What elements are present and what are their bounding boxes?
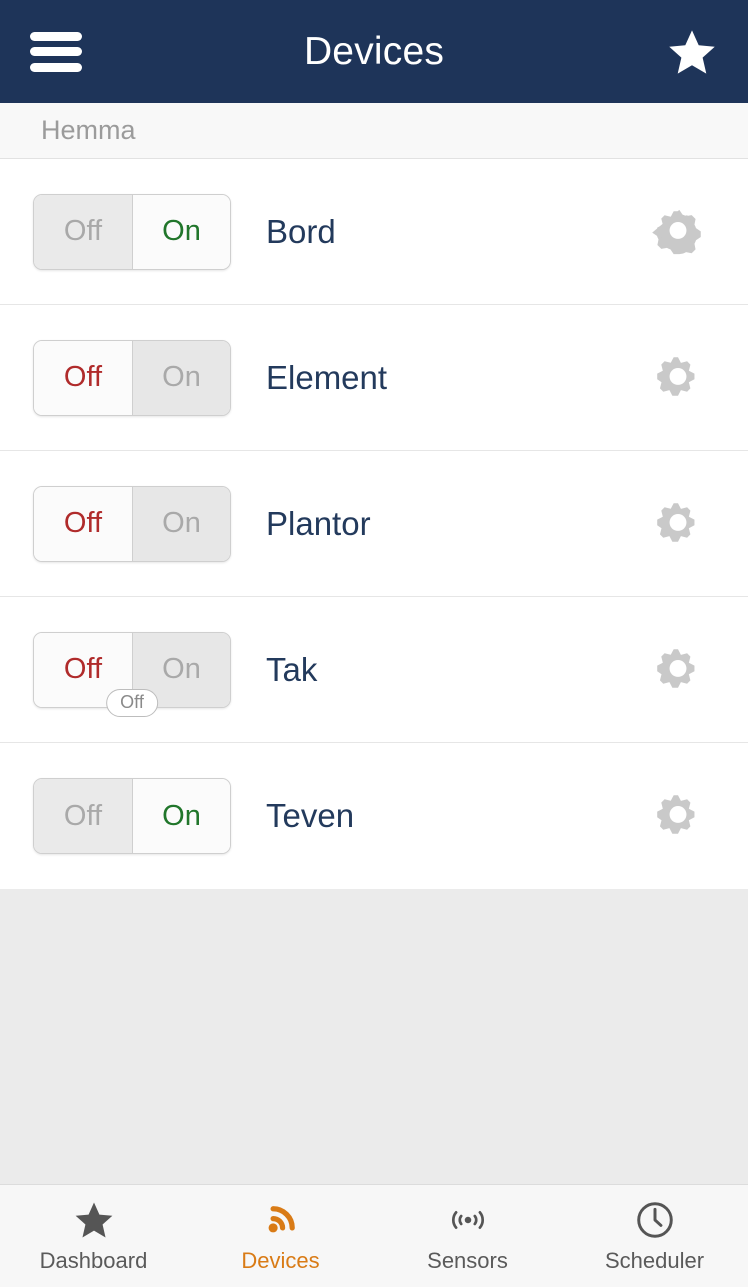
power-toggle[interactable]: Off On — [33, 485, 231, 562]
hamburger-bar — [30, 31, 82, 41]
toggle-option-on[interactable]: On — [132, 486, 230, 561]
device-name: Teven — [266, 797, 355, 834]
toggle-option-on[interactable]: On — [132, 194, 230, 269]
toggle-option-on[interactable]: On — [132, 779, 230, 853]
device-name: Element — [266, 358, 388, 396]
tab-sensors[interactable]: Sensors — [374, 1185, 561, 1287]
signal-icon — [260, 1198, 302, 1242]
gear-icon[interactable] — [652, 790, 704, 842]
tab-label: Sensors — [427, 1248, 508, 1273]
star-icon[interactable] — [666, 26, 718, 78]
gear-icon[interactable] — [652, 206, 704, 258]
device-name: Tak — [266, 650, 318, 688]
app-root: Devices Hemma Off On Bord Off On Element… — [0, 0, 748, 1287]
power-toggle[interactable]: Off On — [33, 339, 231, 416]
device-name: Bord — [266, 212, 336, 250]
toggle-option-on[interactable]: On — [132, 340, 230, 415]
toggle-option-off[interactable]: Off — [34, 340, 132, 415]
section-header-label: Hemma — [41, 115, 136, 145]
gear-icon[interactable] — [652, 498, 704, 550]
section-header: Hemma — [0, 103, 748, 159]
power-toggle[interactable]: Off On — [33, 193, 231, 270]
toggle-option-off[interactable]: Off — [34, 194, 132, 269]
table-row[interactable]: Off On Bord — [0, 159, 748, 305]
gear-icon[interactable] — [652, 352, 704, 404]
table-row[interactable]: Off On Element — [0, 305, 748, 451]
table-row[interactable]: Off On Plantor — [0, 451, 748, 597]
tab-label: Dashboard — [39, 1248, 148, 1273]
hamburger-bar — [30, 62, 82, 72]
page-title: Devices — [303, 29, 445, 73]
star-icon — [73, 1198, 115, 1242]
toggle-option-off[interactable]: Off — [34, 779, 132, 853]
table-row[interactable]: Off On Off Tak — [0, 597, 748, 743]
table-row[interactable]: Off On Teven — [0, 743, 748, 889]
gear-icon[interactable] — [652, 644, 704, 696]
power-toggle[interactable]: Off On Off — [33, 631, 231, 717]
tab-devices[interactable]: Devices — [187, 1185, 374, 1287]
tab-dashboard[interactable]: Dashboard — [0, 1185, 187, 1287]
hamburger-bar — [30, 47, 82, 56]
power-toggle[interactable]: Off On — [33, 778, 231, 854]
hamburger-menu-icon[interactable] — [30, 31, 82, 72]
empty-area — [0, 889, 748, 1184]
tab-label: Devices — [241, 1248, 320, 1273]
toggle-option-off[interactable]: Off — [34, 486, 132, 561]
toggle-state-tooltip: Off — [106, 688, 158, 717]
app-header: Devices — [0, 0, 748, 103]
tab-label: Scheduler — [604, 1248, 705, 1273]
device-list: Off On Bord Off On Element Off On Planto… — [0, 159, 748, 889]
device-name: Plantor — [266, 504, 371, 542]
clock-icon — [634, 1198, 676, 1242]
bottom-navigation: Dashboard Devices Sensors Scheduler — [0, 1184, 748, 1287]
sensor-icon — [445, 1198, 491, 1242]
tab-scheduler[interactable]: Scheduler — [561, 1185, 748, 1287]
